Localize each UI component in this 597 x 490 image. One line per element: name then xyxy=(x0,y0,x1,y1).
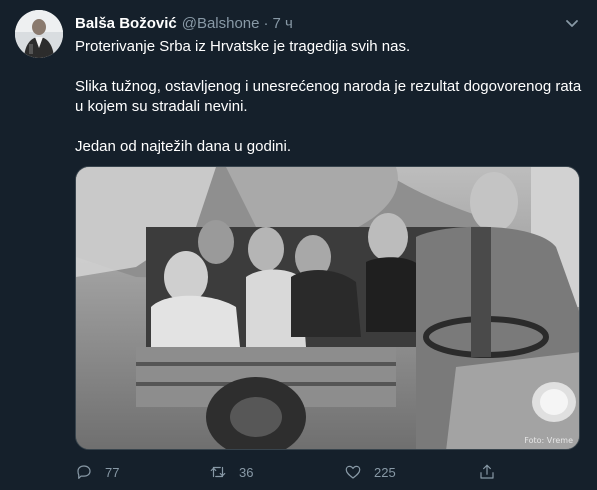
author-handle[interactable]: @Balshone xyxy=(182,15,260,32)
reply-icon xyxy=(77,465,91,479)
photo-credit: Foto: Vreme xyxy=(524,436,573,445)
separator: · xyxy=(263,14,269,32)
like-count: 225 xyxy=(374,464,396,480)
reply-count: 77 xyxy=(105,464,120,480)
tweet[interactable]: Balša Božović @Balshone · 7 ч Proterivan… xyxy=(0,0,597,490)
reply-button[interactable]: 77 xyxy=(75,462,119,482)
photo-image xyxy=(76,167,579,449)
avatar[interactable] xyxy=(15,10,63,58)
more-button[interactable] xyxy=(561,12,583,34)
avatar-image xyxy=(15,10,63,58)
share-icon xyxy=(480,464,494,479)
tweet-actions: 77 36 225 xyxy=(75,462,580,482)
share-button[interactable] xyxy=(478,462,508,482)
tweet-paragraph: Slika tužnog, ostavljenog i unesrećenog … xyxy=(75,78,582,115)
tweet-photo[interactable]: Foto: Vreme xyxy=(75,166,580,450)
chevron-down-icon xyxy=(566,20,578,27)
like-button[interactable]: 225 xyxy=(344,462,396,482)
heart-icon xyxy=(345,465,361,479)
tweet-text: Proterivanje Srba iz Hrvatske je tragedi… xyxy=(75,37,585,157)
retweet-button[interactable]: 36 xyxy=(209,462,253,482)
tweet-paragraph: Jedan od najtežih dana u godini. xyxy=(75,138,292,155)
timestamp[interactable]: 7 ч xyxy=(273,15,293,32)
tweet-header: Balša Božović @Balshone · 7 ч xyxy=(75,13,582,33)
author-name[interactable]: Balša Božović xyxy=(75,15,177,32)
tweet-paragraph: Proterivanje Srba iz Hrvatske je tragedi… xyxy=(75,38,411,55)
retweet-icon xyxy=(210,466,226,478)
retweet-count: 36 xyxy=(239,464,254,480)
